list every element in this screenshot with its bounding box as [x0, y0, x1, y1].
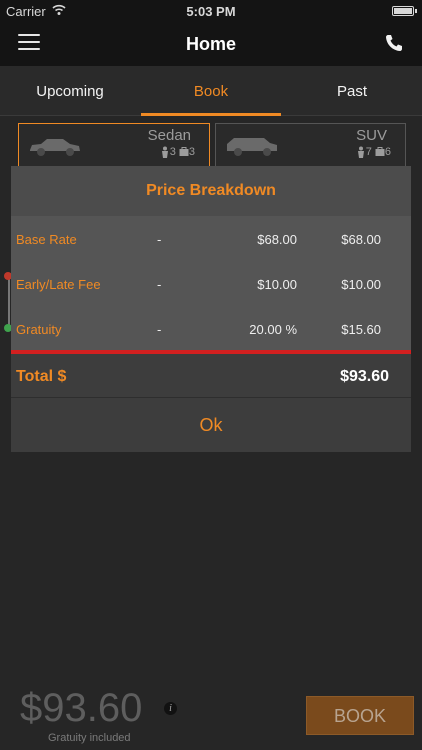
tab-past[interactable]: Past: [282, 66, 422, 116]
tab-upcoming[interactable]: Upcoming: [0, 66, 140, 116]
luggage-icon: [375, 147, 385, 157]
vehicle-capacity: 3 3: [160, 146, 195, 159]
row-label: Early/Late Fee: [16, 277, 101, 292]
tab-book[interactable]: Book: [141, 66, 281, 116]
suv-icon: [227, 138, 277, 156]
row-quantity: -: [157, 232, 162, 247]
clock-label: 5:03 PM: [186, 4, 236, 19]
total-row: Total $ $93.60: [11, 354, 411, 398]
price-row-early-late-fee: Early/Late Fee - $10.00 $10.00: [11, 261, 411, 306]
info-icon[interactable]: i: [164, 702, 177, 715]
ok-button[interactable]: Ok: [11, 399, 411, 452]
route-line: [8, 275, 10, 330]
row-label: Gratuity: [16, 322, 62, 337]
price-breakdown-dialog: Price Breakdown Base Rate - $68.00 $68.0…: [11, 166, 411, 452]
vehicle-name: SUV: [356, 127, 387, 144]
vehicle-capacity: 7 6: [356, 146, 391, 159]
price-row-base-rate: Base Rate - $68.00 $68.00: [11, 216, 411, 261]
row-amount: $68.00: [341, 232, 381, 247]
vehicle-card-suv[interactable]: SUV 7 6: [215, 123, 406, 167]
row-rate: $10.00: [257, 277, 297, 292]
row-quantity: -: [157, 322, 162, 337]
dialog-title: Price Breakdown: [11, 166, 411, 216]
nav-bar: Home: [0, 22, 422, 66]
battery-icon: [392, 6, 417, 16]
tab-bar: Upcoming Book Past: [0, 66, 422, 116]
row-rate: 20.00 %: [249, 322, 297, 337]
total-value: $93.60: [340, 368, 389, 385]
row-amount: $10.00: [341, 277, 381, 292]
luggage-count: 3: [188, 146, 195, 158]
vehicle-card-sedan[interactable]: Sedan 3 3: [18, 123, 210, 167]
passenger-icon: [357, 146, 364, 159]
row-amount: $15.60: [341, 322, 381, 337]
book-button[interactable]: BOOK: [306, 696, 414, 735]
passenger-icon: [161, 146, 168, 159]
total-label: Total $: [16, 368, 67, 385]
passenger-count: 3: [169, 146, 176, 158]
vehicle-name: Sedan: [147, 127, 191, 144]
sedan-icon: [30, 139, 80, 156]
luggage-count: 6: [384, 146, 391, 158]
page-title: Home: [185, 34, 236, 54]
price-rows: Base Rate - $68.00 $68.00 Early/Late Fee…: [11, 216, 411, 351]
gratuity-note: Gratuity included: [48, 732, 131, 744]
luggage-icon: [179, 147, 189, 157]
passenger-count: 7: [365, 146, 372, 158]
price-row-gratuity: Gratuity - 20.00 % $15.60: [11, 306, 411, 351]
row-rate: $68.00: [257, 232, 297, 247]
status-bar: Carrier 5:03 PM: [0, 0, 422, 22]
phone-icon[interactable]: [384, 33, 404, 53]
row-quantity: -: [157, 277, 162, 292]
row-label: Base Rate: [16, 232, 77, 247]
footer-price: $93.60: [20, 686, 143, 730]
